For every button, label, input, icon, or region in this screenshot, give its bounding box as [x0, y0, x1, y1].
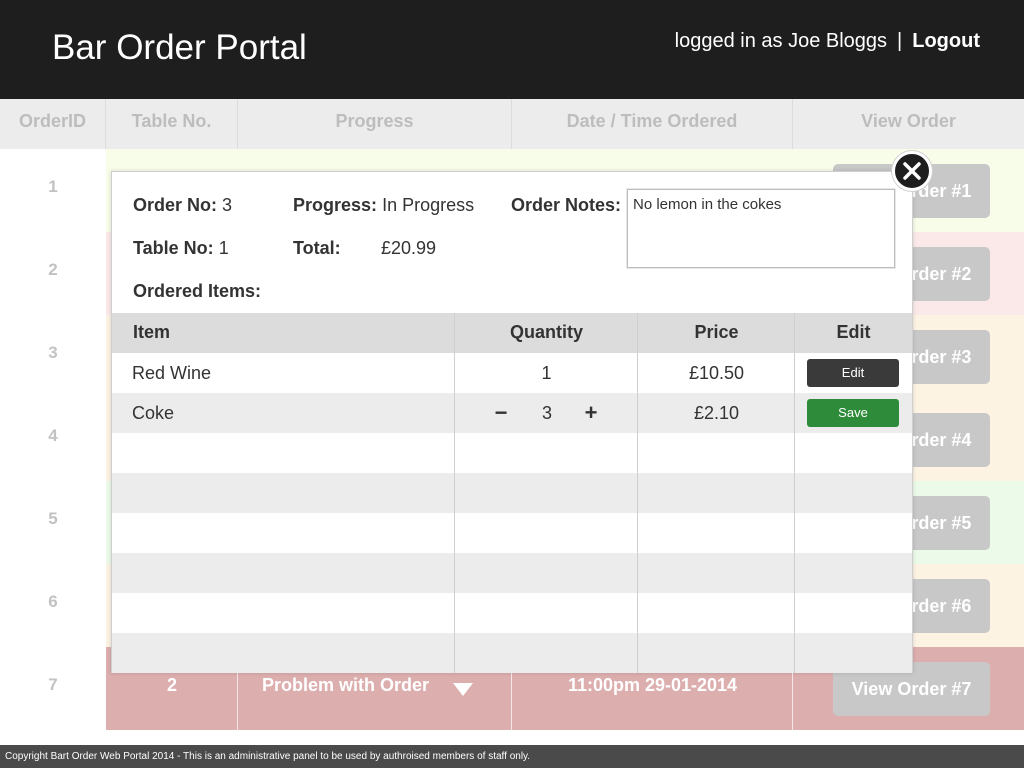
- item-name: Red Wine: [132, 363, 212, 383]
- progress-label: Progress:: [293, 195, 378, 215]
- column-header-edit: Edit: [836, 322, 871, 342]
- column-divider: [637, 313, 638, 673]
- table-no-value: 1: [218, 238, 229, 258]
- footer: Copyright Bart Order Web Portal 2014 - T…: [0, 745, 1024, 768]
- orders-table-header: OrderID Table No. Progress Date / Time O…: [0, 99, 1024, 149]
- table-row: [112, 553, 912, 593]
- header-bar: Bar Order Portal logged in as Joe Bloggs…: [0, 0, 1024, 99]
- plus-icon[interactable]: +: [581, 393, 601, 433]
- order-id: 7: [0, 647, 106, 730]
- column-header-price: Price: [694, 322, 739, 342]
- item-quantity[interactable]: 3: [536, 393, 558, 433]
- close-icon: [903, 162, 921, 180]
- table-no-field: Table No: 1: [133, 238, 229, 259]
- save-button[interactable]: Save: [807, 399, 899, 427]
- minus-icon[interactable]: −: [491, 393, 511, 433]
- table-row: [112, 473, 912, 513]
- logged-in-text: logged in as Joe Bloggs: [674, 30, 888, 52]
- order-id: 2: [0, 232, 106, 315]
- total-value: £20.99: [381, 238, 437, 258]
- column-header-progress: Progress: [238, 99, 512, 149]
- order-id: 1: [0, 149, 106, 232]
- close-modal-button[interactable]: [892, 151, 932, 191]
- column-header-item: Item: [133, 322, 171, 342]
- ordered-items-label: Ordered Items:: [133, 281, 262, 301]
- user-area: logged in as Joe Bloggs | Logout: [675, 30, 980, 53]
- table-no-label: Table No:: [133, 238, 214, 258]
- table-row: Coke − 3 + £2.10 Save: [112, 393, 912, 433]
- progress-value: In Progress: [382, 195, 475, 215]
- header-separator: |: [897, 30, 903, 52]
- table-row: [112, 513, 912, 553]
- order-notes-label: Order Notes:: [511, 195, 622, 215]
- column-divider: [794, 313, 795, 673]
- table-row: [112, 593, 912, 633]
- order-id: 6: [0, 564, 106, 647]
- item-quantity: 1: [541, 363, 552, 383]
- order-no-field: Order No: 3: [133, 195, 232, 216]
- column-header-view-order: View Order: [861, 111, 956, 131]
- ordered-items-header: Item Quantity Price Edit: [112, 313, 912, 353]
- dropdown-triangle-icon[interactable]: [453, 683, 473, 696]
- progress-field: Progress: In Progress: [293, 195, 474, 216]
- logout-link[interactable]: Logout: [912, 30, 980, 52]
- column-header-orderid: OrderID: [0, 99, 106, 149]
- order-no-value: 3: [222, 195, 233, 215]
- item-price: £10.50: [688, 363, 745, 383]
- column-header-datetime: Date / Time Ordered: [512, 99, 793, 149]
- item-name: Coke: [132, 403, 175, 423]
- total-label: Total:: [293, 238, 341, 258]
- edit-button[interactable]: Edit: [807, 359, 899, 387]
- order-id: 5: [0, 481, 106, 564]
- column-header-table-no: Table No.: [106, 99, 238, 149]
- column-divider: [454, 313, 455, 673]
- table-row: Red Wine 1 £10.50 Edit: [112, 353, 912, 393]
- table-row: [112, 633, 912, 673]
- order-detail-modal: Order No: 3 Progress: In Progress Order …: [111, 171, 913, 673]
- order-notes-textarea[interactable]: No lemon in the cokes: [627, 189, 895, 268]
- column-header-quantity: Quantity: [509, 322, 583, 342]
- order-no-label: Order No:: [133, 195, 218, 215]
- table-row: [112, 433, 912, 473]
- order-id: 3: [0, 315, 106, 398]
- order-id: 4: [0, 398, 106, 481]
- item-price: £2.10: [693, 403, 740, 423]
- app-title: Bar Order Portal: [52, 28, 307, 67]
